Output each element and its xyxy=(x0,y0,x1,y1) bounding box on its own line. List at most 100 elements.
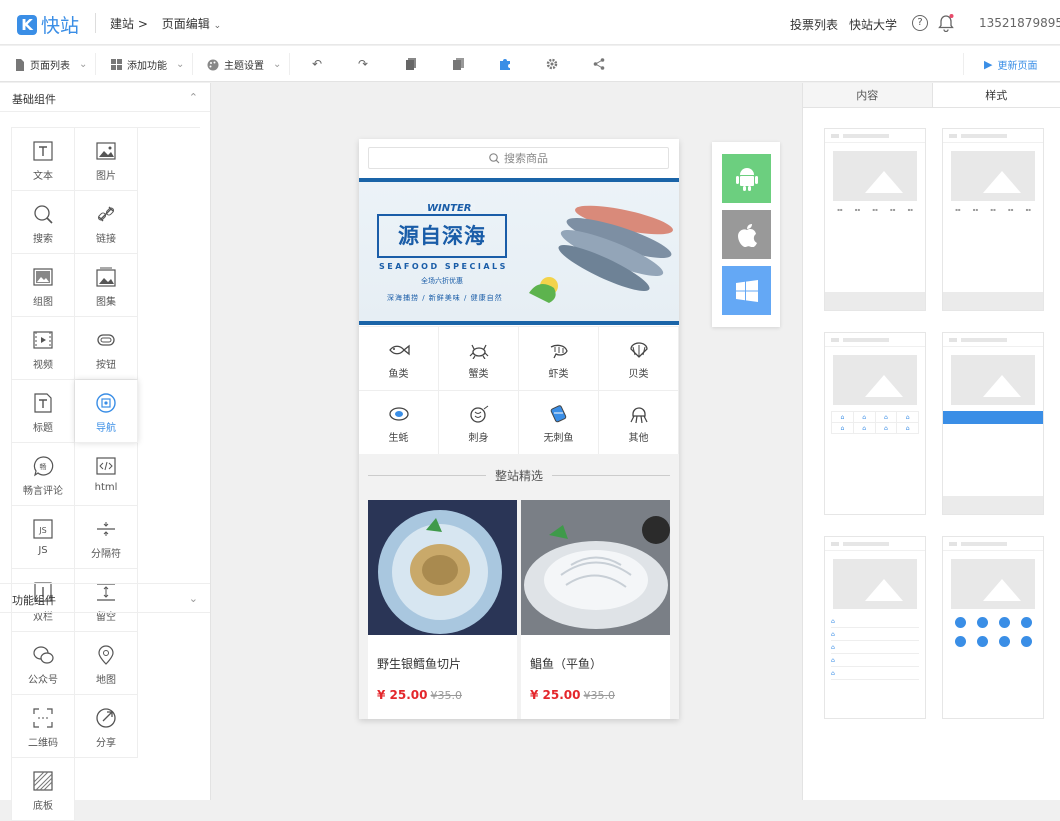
component-label: 链接 xyxy=(96,230,116,245)
product-card[interactable]: 鲳鱼（平鱼） ¥ 25.00¥35.0 xyxy=(521,500,670,719)
nav-template-6[interactable] xyxy=(942,536,1044,719)
template-image-placeholder xyxy=(951,355,1035,405)
category-item[interactable]: 鱼类 xyxy=(359,327,439,391)
html-icon xyxy=(95,455,117,477)
component-title[interactable]: 标题 xyxy=(12,380,75,443)
breadcrumb-page-edit[interactable]: 页面编辑 xyxy=(162,17,210,31)
vote-list-link[interactable]: 投票列表 xyxy=(790,16,838,33)
boneless-fish-icon xyxy=(548,405,570,423)
component-button[interactable]: 按钮 xyxy=(75,317,138,380)
category-item[interactable]: 蟹类 xyxy=(439,327,519,391)
banner-top-border xyxy=(359,178,679,182)
category-item[interactable]: 虾类 xyxy=(519,327,599,391)
apple-button[interactable] xyxy=(722,210,771,259)
title-icon xyxy=(32,392,54,414)
component-link[interactable]: 链接 xyxy=(75,191,138,254)
product-price: ¥ 25.00¥35.0 xyxy=(377,688,462,702)
category-item[interactable]: 其他 xyxy=(599,391,679,455)
update-page-button[interactable]: ▶ 更新页面 xyxy=(984,57,1037,72)
copy-icon[interactable] xyxy=(405,58,417,70)
component-divider[interactable]: 分隔符 xyxy=(75,506,138,569)
component-label: html xyxy=(95,482,118,493)
function-components-header[interactable]: 功能组件 ⌄ xyxy=(0,583,210,613)
product-image-pomfret xyxy=(521,500,670,635)
link-icon xyxy=(95,203,117,225)
template-icon-grid: ⌂ ⌂ ⌂ ⌂ ⌂ ⌂ ⌂ ⌂ xyxy=(831,411,919,434)
component-album[interactable]: 图集 xyxy=(75,254,138,317)
chevron-down-icon: ⌄ xyxy=(176,59,184,70)
undo-icon[interactable]: ↶ xyxy=(311,58,323,70)
component-qrcode[interactable]: 二维码 xyxy=(12,695,75,758)
plugin-icon[interactable] xyxy=(499,58,511,70)
bell-icon[interactable] xyxy=(938,14,954,35)
header-divider xyxy=(95,13,96,33)
tab-content[interactable]: 内容 xyxy=(803,83,932,107)
palette-icon xyxy=(207,59,219,71)
nav-template-4[interactable] xyxy=(942,332,1044,515)
product-image-abalone xyxy=(368,500,517,635)
template-footer xyxy=(943,496,1043,514)
logo[interactable]: K 快站 xyxy=(17,11,79,38)
tab-style[interactable]: 样式 xyxy=(932,83,1060,107)
windows-button[interactable] xyxy=(722,266,771,315)
nav-template-2[interactable]: ▪▪▪▪▪▪▪▪▪▪ xyxy=(942,128,1044,311)
image-group-icon xyxy=(32,266,54,288)
component-video[interactable]: 视频 xyxy=(12,317,75,380)
component-comment[interactable]: 畅畅言评论 xyxy=(12,443,75,506)
basic-components-header[interactable]: 基础组件 ⌃ xyxy=(0,83,210,112)
category-label: 刺身 xyxy=(469,429,489,444)
component-label: JS xyxy=(38,545,47,556)
chevron-down-icon: ⌄ xyxy=(79,59,87,70)
category-item[interactable]: 刺身 xyxy=(439,391,519,455)
component-html[interactable]: html xyxy=(75,443,138,506)
component-wechat[interactable]: 公众号 xyxy=(12,632,75,695)
search-icon xyxy=(32,203,54,225)
template-top-bar xyxy=(943,537,1043,551)
product-card[interactable]: 野生银鳕鱼切片 ¥ 25.00¥35.0 xyxy=(368,500,517,719)
category-item[interactable]: 无刺鱼 xyxy=(519,391,599,455)
android-button[interactable] xyxy=(722,154,771,203)
album-icon xyxy=(95,266,117,288)
phone-preview[interactable]: 搜索商品 源自深海 WINTER SEAFOOD SPECIALS 全场六折优惠… xyxy=(359,139,679,719)
original-price: ¥35.0 xyxy=(584,689,616,702)
windows-icon xyxy=(736,280,758,302)
nav-template-1[interactable]: ▪▪▪▪▪▪▪▪▪▪ xyxy=(824,128,926,311)
category-item[interactable]: 生蚝 xyxy=(359,391,439,455)
add-feature-button[interactable]: 添加功能 ⌄ xyxy=(111,57,184,72)
chevron-down-icon[interactable]: ⌄ xyxy=(214,21,222,31)
settings-gear-icon[interactable] xyxy=(546,58,558,70)
redo-icon[interactable]: ↷ xyxy=(357,58,369,70)
image-icon xyxy=(95,140,117,162)
price-value: 25.00 xyxy=(543,688,581,702)
component-js[interactable]: JSJS xyxy=(12,506,75,569)
category-item[interactable]: 贝类 xyxy=(599,327,679,391)
template-image-placeholder xyxy=(951,559,1035,609)
chevron-up-icon: ⌃ xyxy=(189,91,198,104)
search-placeholder: 搜索商品 xyxy=(504,150,548,166)
breadcrumb-site[interactable]: 建站 xyxy=(110,17,134,31)
university-link[interactable]: 快站大学 xyxy=(849,16,897,33)
duplicate-icon[interactable] xyxy=(452,58,464,70)
component-search[interactable]: 搜索 xyxy=(12,191,75,254)
component-text[interactable]: 文本 xyxy=(12,128,75,191)
component-map-pin[interactable]: 地图 xyxy=(75,632,138,695)
template-top-bar xyxy=(943,333,1043,347)
nav-template-5[interactable]: ⌂ ⌂ ⌂ ⌂ ⌂ xyxy=(824,536,926,719)
currency-symbol: ¥ xyxy=(530,688,538,702)
template-top-bar xyxy=(825,333,925,347)
banner-image[interactable]: 源自深海 WINTER SEAFOOD SPECIALS 全场六折优惠 深海捕捞… xyxy=(359,178,679,325)
nav-template-3[interactable]: ⌂ ⌂ ⌂ ⌂ ⌂ ⌂ ⌂ ⌂ xyxy=(824,332,926,515)
component-image-group[interactable]: 组图 xyxy=(12,254,75,317)
help-icon[interactable]: ? xyxy=(912,15,928,31)
share-icon[interactable] xyxy=(593,58,605,70)
page-list-button[interactable]: 页面列表 ⌄ xyxy=(15,57,87,72)
component-background-board[interactable]: 底板 xyxy=(12,758,75,821)
component-share[interactable]: 分享 xyxy=(75,695,138,758)
user-phone[interactable]: 13521879895 xyxy=(979,16,1060,30)
component-image[interactable]: 图片 xyxy=(75,128,138,191)
component-navigation[interactable]: 导航 xyxy=(75,380,138,443)
function-components-title: 功能组件 xyxy=(12,594,56,607)
video-icon xyxy=(32,329,54,351)
search-bar[interactable]: 搜索商品 xyxy=(368,147,669,169)
theme-settings-button[interactable]: 主题设置 ⌄ xyxy=(207,57,281,72)
